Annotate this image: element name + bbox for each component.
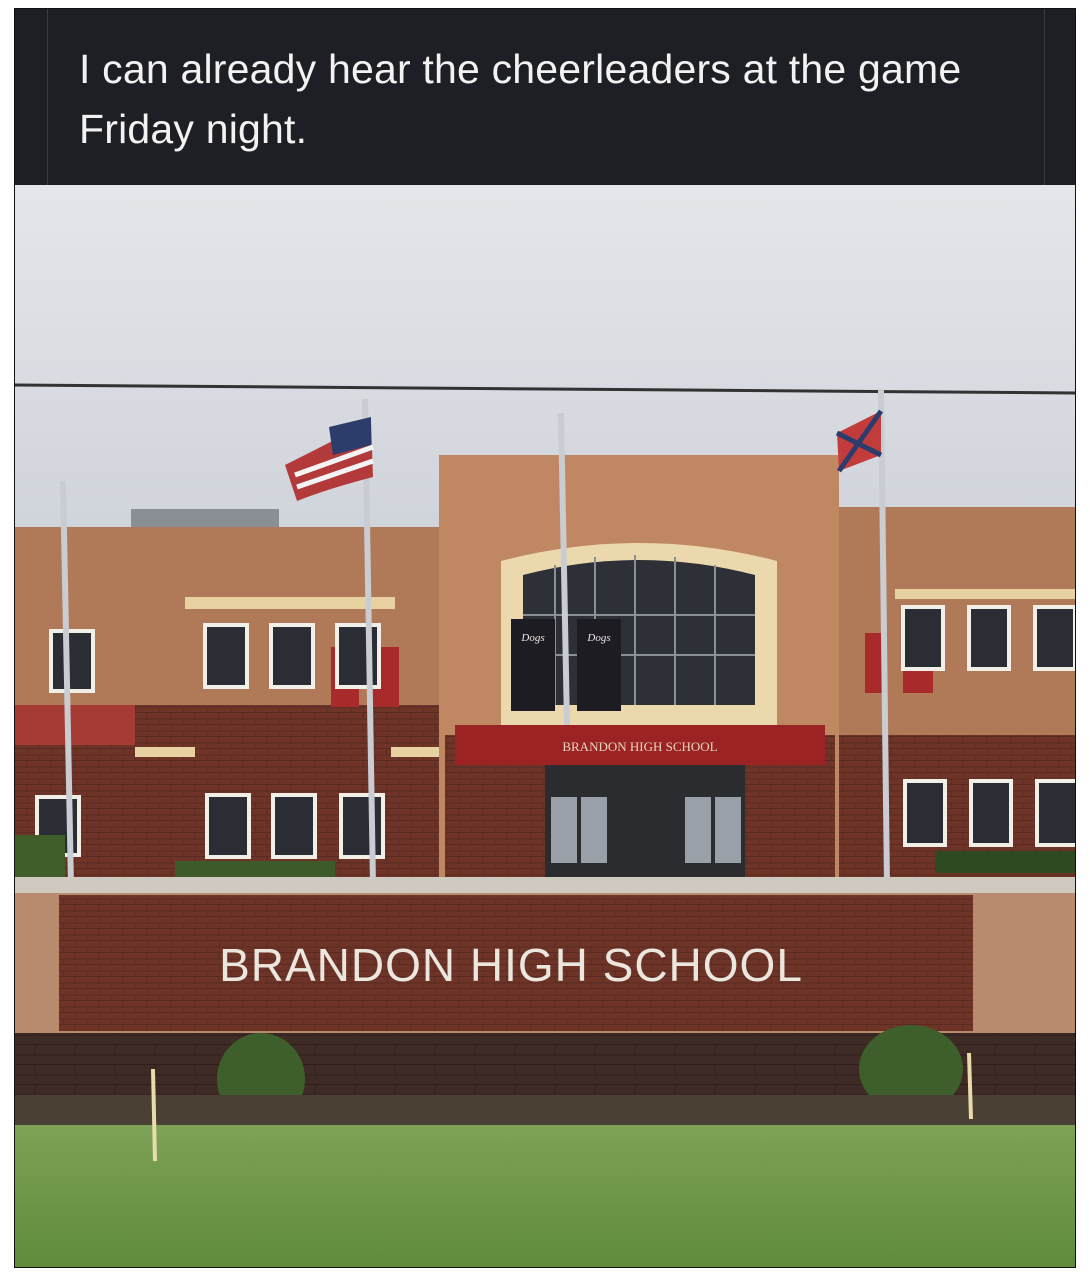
- caption-divider-left: [47, 9, 48, 185]
- sign-wall-cap: [15, 877, 1075, 893]
- post-frame: I can already hear the cheerleaders at t…: [14, 8, 1076, 1268]
- lawn: [15, 1125, 1075, 1267]
- post-caption: I can already hear the cheerleaders at t…: [79, 46, 962, 152]
- caption-divider-right: [1044, 9, 1045, 185]
- canopy-sign: BRANDON HIGH SCHOOL: [562, 739, 717, 754]
- svg-text:Dogs: Dogs: [520, 632, 544, 644]
- caption-bar: I can already hear the cheerleaders at t…: [15, 9, 1075, 185]
- school-photo: BRANDON HIGH SCHOOL Dogs Dogs BRANDON HI…: [15, 185, 1075, 1267]
- school-name-sign: BRANDON HIGH SCHOOL: [219, 939, 803, 991]
- svg-text:Dogs: Dogs: [586, 632, 610, 644]
